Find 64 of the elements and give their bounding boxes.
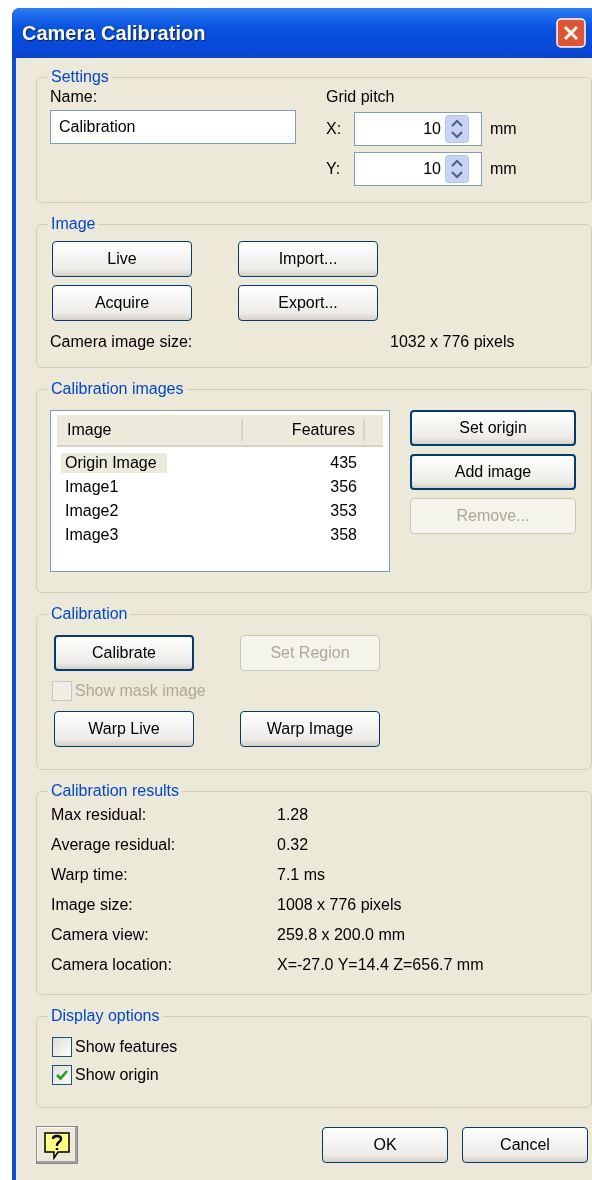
button[interactable]: OK [322, 1127, 448, 1163]
column-header[interactable]: Features [243, 419, 365, 441]
field-label: Name: [50, 88, 99, 106]
number-field[interactable]: 10 [354, 112, 482, 146]
result-label: Camera location: [51, 956, 173, 974]
checkbox-label: Show mask image [75, 682, 206, 700]
button[interactable]: Acquire [52, 285, 192, 321]
list-item[interactable]: Image3 [61, 525, 129, 545]
list-item[interactable]: Image1 [61, 477, 129, 497]
button[interactable]: Import... [238, 241, 378, 277]
list-item[interactable]: Image2 [61, 501, 129, 521]
table-cell-text: 353 [329, 502, 358, 520]
column-header[interactable]: Image [57, 419, 243, 441]
spinner-icon[interactable] [445, 115, 469, 143]
result-label: Camera view: [51, 926, 150, 944]
result-label: Max residual: [51, 806, 148, 824]
number-input[interactable]: 10 [361, 120, 445, 138]
result-value: 0.32 [277, 836, 310, 854]
button[interactable]: Add image [410, 454, 576, 490]
group-title: Image [50, 215, 97, 233]
number-input[interactable]: 10 [361, 160, 445, 178]
button[interactable]: Live [52, 241, 192, 277]
button[interactable]: Warp Live [54, 711, 194, 747]
window-title: Camera Calibration [22, 21, 206, 45]
help-icon [42, 1130, 72, 1160]
button[interactable]: Set origin [410, 410, 576, 446]
spinner-icon[interactable] [445, 155, 469, 183]
field-label: X: [326, 120, 343, 138]
unit-label: mm [490, 120, 517, 138]
check-icon [55, 1068, 69, 1082]
close-icon[interactable] [556, 18, 586, 48]
field-label: Grid pitch [326, 88, 396, 106]
button[interactable]: Cancel [462, 1127, 588, 1163]
list-item[interactable]: Origin Image [61, 453, 167, 473]
button[interactable]: Export... [238, 285, 378, 321]
checkbox[interactable] [52, 1037, 72, 1057]
result-value: X=-27.0 Y=14.4 Z=656.7 mm [277, 956, 485, 974]
group-title: Calibration results [50, 782, 181, 800]
group-title: Display options [50, 1007, 161, 1025]
unit-label: mm [490, 160, 517, 178]
field-value: 1032 x 776 pixels [390, 333, 515, 351]
checkbox-label: Show features [75, 1038, 178, 1056]
field-label: Y: [326, 160, 342, 178]
table-cell-text: 435 [329, 454, 358, 472]
result-value: 7.1 ms [277, 866, 326, 884]
result-value: 1.28 [277, 806, 310, 824]
table-cell-text: 358 [329, 526, 358, 544]
result-label: Warp time: [51, 866, 129, 884]
number-field[interactable]: 10 [354, 152, 482, 186]
group-title: Calibration images [50, 380, 185, 398]
table-cell-text: 356 [329, 478, 358, 496]
result-value: 259.8 x 200.0 mm [277, 926, 407, 944]
result-label: Average residual: [51, 836, 177, 854]
button[interactable]: Calibrate [54, 635, 194, 671]
checkbox-label: Show origin [75, 1066, 159, 1084]
result-label: Image size: [51, 896, 134, 914]
checkbox[interactable] [52, 1065, 72, 1085]
field-label: Camera image size: [50, 333, 194, 351]
help-button[interactable] [36, 1126, 78, 1164]
group-title: Settings [50, 68, 110, 86]
group-title: Calibration [50, 605, 129, 623]
button[interactable]: Warp Image [240, 711, 380, 747]
name-field[interactable]: Calibration [50, 110, 296, 144]
result-value: 1008 x 776 pixels [277, 896, 403, 914]
